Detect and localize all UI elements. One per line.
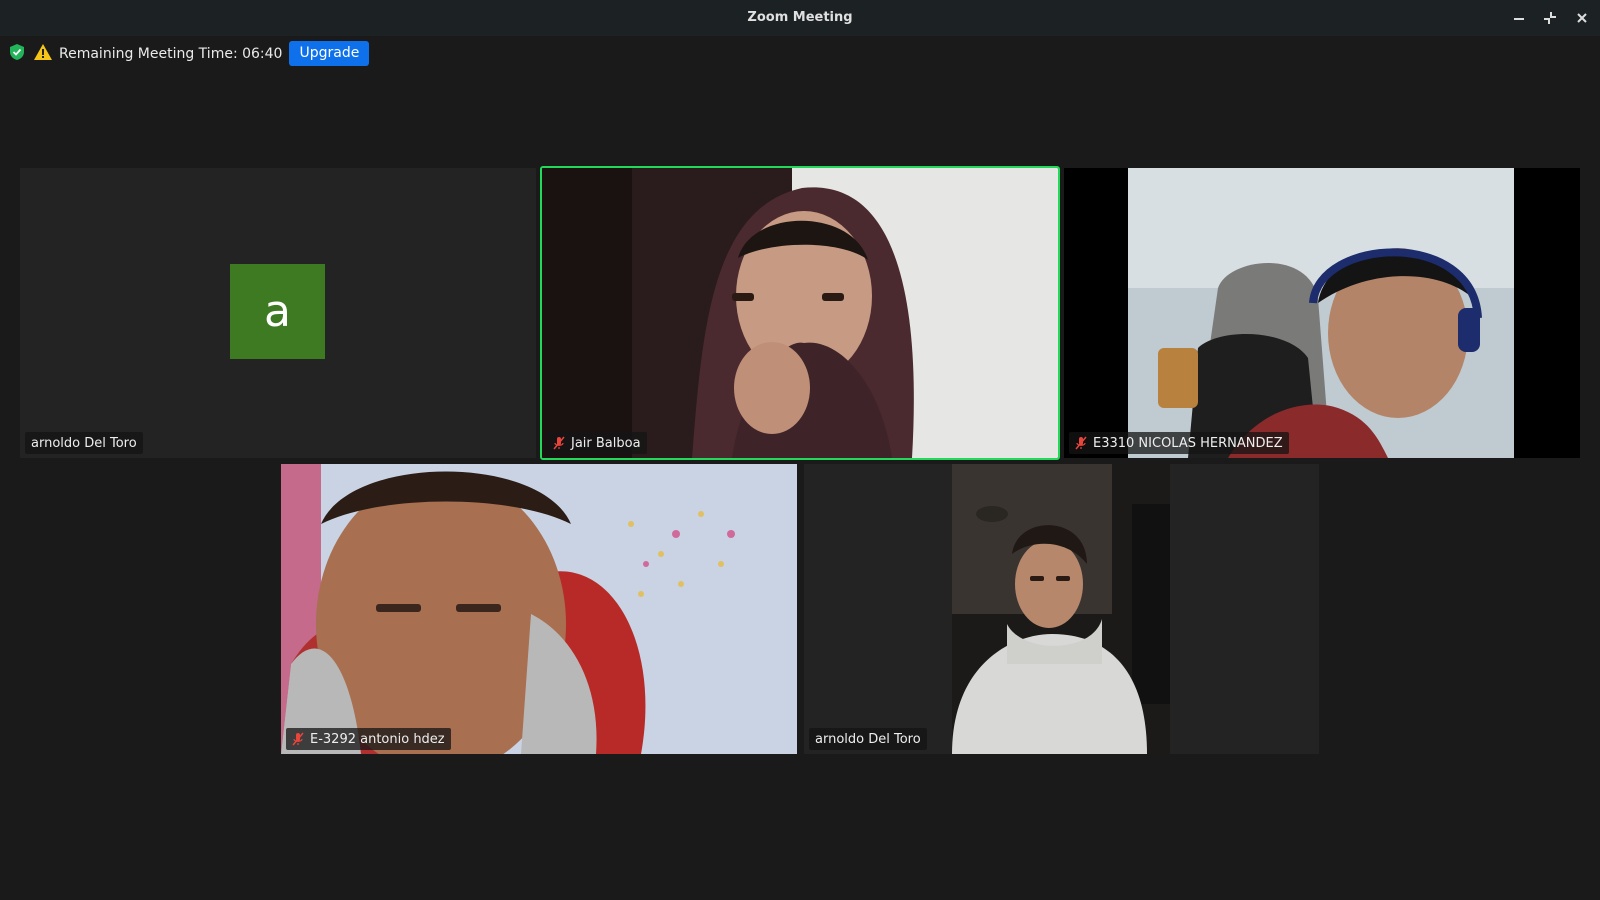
title-bar: Zoom Meeting: [0, 0, 1600, 36]
remaining-time-text: Remaining Meeting Time: 06:40: [59, 45, 283, 62]
participant-name: arnoldo Del Toro: [815, 731, 921, 747]
participant-name-tag: E-3292 antonio hdez: [286, 728, 451, 750]
participant-name-tag: arnoldo Del Toro: [25, 432, 143, 454]
shield-icon[interactable]: [10, 43, 24, 64]
avatar: a: [230, 264, 325, 359]
muted-mic-icon: [553, 436, 565, 450]
upgrade-button[interactable]: Upgrade: [289, 41, 370, 66]
participant-tile[interactable]: E3310 NICOLAS HERNANDEZ: [1064, 168, 1580, 458]
warning-icon: [34, 43, 52, 64]
muted-mic-icon: [1075, 436, 1087, 450]
video-feed: [952, 464, 1170, 754]
participant-name: E3310 NICOLAS HERNANDEZ: [1093, 435, 1283, 451]
window-title: Zoom Meeting: [747, 10, 853, 25]
participant-name: Jair Balboa: [571, 435, 641, 451]
participant-name-tag: Jair Balboa: [547, 432, 647, 454]
muted-mic-icon: [292, 732, 304, 746]
minimize-button[interactable]: [1509, 8, 1529, 28]
video-feed: [281, 464, 797, 754]
participant-tile-active-speaker[interactable]: Jair Balboa: [540, 166, 1060, 460]
video-feed: [1128, 168, 1514, 458]
participant-tile[interactable]: a arnoldo Del Toro: [20, 168, 536, 458]
meeting-info-bar: Remaining Meeting Time: 06:40 Upgrade: [10, 41, 370, 66]
participant-name-tag: arnoldo Del Toro: [809, 728, 927, 750]
participant-name: E-3292 antonio hdez: [310, 731, 445, 747]
close-button[interactable]: [1572, 8, 1592, 28]
participant-name: arnoldo Del Toro: [31, 435, 137, 451]
restore-button[interactable]: [1540, 8, 1560, 28]
participant-name-tag: E3310 NICOLAS HERNANDEZ: [1069, 432, 1289, 454]
video-feed: [542, 168, 1058, 458]
participant-tile[interactable]: E-3292 antonio hdez: [281, 464, 797, 754]
participant-tile[interactable]: arnoldo Del Toro: [804, 464, 1319, 754]
